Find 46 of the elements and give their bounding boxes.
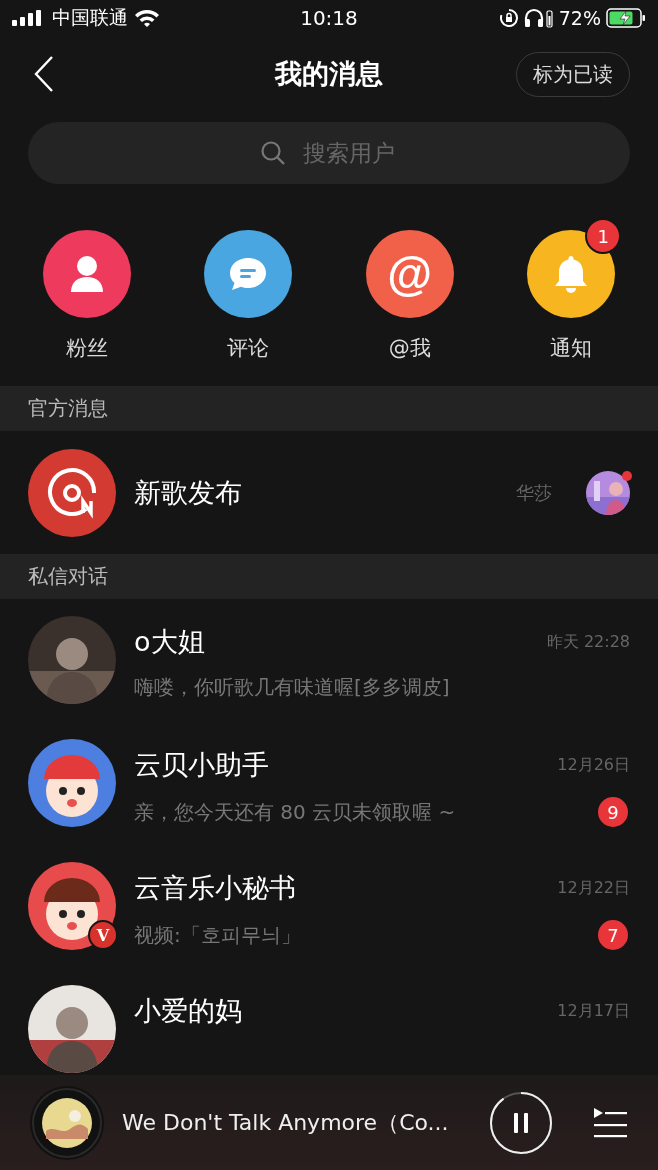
message-preview: 嗨喽，你听歌几有味道喔[多多调皮] <box>134 674 450 701</box>
verified-badge: V <box>88 920 118 950</box>
search-icon <box>260 140 286 166</box>
action-label: 粉丝 <box>65 335 108 362</box>
back-button[interactable] <box>34 55 54 93</box>
action-label: 评论 <box>227 335 270 362</box>
conversation-row[interactable]: V 云音乐小秘书 12月22日 视频:「호피무늬」 7 <box>0 862 658 950</box>
conversation-row[interactable]: 小爱的妈 12月17日 <box>0 985 658 1073</box>
new-release-icon <box>28 448 116 537</box>
unread-count: 9 <box>598 797 628 827</box>
unread-badge: 1 <box>585 218 622 254</box>
message-time: 12月17日 <box>557 1000 630 1022</box>
song-title: We Don't Talk Anymore（Co... <box>122 1108 450 1137</box>
status-time: 10:18 <box>300 6 358 30</box>
pause-button[interactable] <box>488 1089 554 1156</box>
chat-bubble-icon <box>228 256 269 292</box>
unread-count: 7 <box>598 920 628 950</box>
contact-name: 云音乐小秘书 <box>134 871 296 905</box>
page-title: 我的消息 <box>275 57 383 91</box>
contact-name: 小爱的妈 <box>134 994 242 1028</box>
search-field[interactable]: 搜索用户 <box>28 122 630 184</box>
contact-name: 云贝小助手 <box>134 748 269 782</box>
message-time: 12月26日 <box>557 754 630 776</box>
mini-player[interactable]: We Don't Talk Anymore（Co... <box>0 1075 658 1170</box>
conversation-row[interactable]: o大姐 昨天 22:28 嗨喽，你听歌几有味道喔[多多调皮] <box>0 616 658 704</box>
message-title: 新歌发布 <box>134 475 243 510</box>
contact-name: o大姐 <box>134 625 205 659</box>
section-header: 官方消息 <box>0 386 658 431</box>
battery-percent: 72% <box>558 7 601 29</box>
headphones-icon <box>523 8 554 28</box>
wifi-icon <box>134 9 160 27</box>
conversation-row[interactable]: 云贝小助手 12月26日 亲，您今天还有 80 云贝未领取喔 ~ 9 <box>0 739 658 827</box>
battery-charging-icon <box>606 8 646 28</box>
section-header: 私信对话 <box>0 554 658 599</box>
playlist-button[interactable] <box>592 1106 628 1139</box>
message-preview: 亲，您今天还有 80 云贝未领取喔 ~ <box>134 798 456 826</box>
person-icon <box>68 254 105 294</box>
message-time: 12月22日 <box>557 877 630 899</box>
message-preview: 视频:「호피무늬」 <box>134 921 301 949</box>
official-message-row[interactable]: 新歌发布 华莎 <box>0 431 658 554</box>
rotation-lock-icon <box>498 8 519 28</box>
action-label: 通知 <box>550 335 593 362</box>
carrier-name: 中国联通 <box>52 5 128 30</box>
action-label: @我 <box>388 335 431 362</box>
message-time: 昨天 22:28 <box>546 631 630 653</box>
artist-name: 华莎 <box>516 480 552 505</box>
